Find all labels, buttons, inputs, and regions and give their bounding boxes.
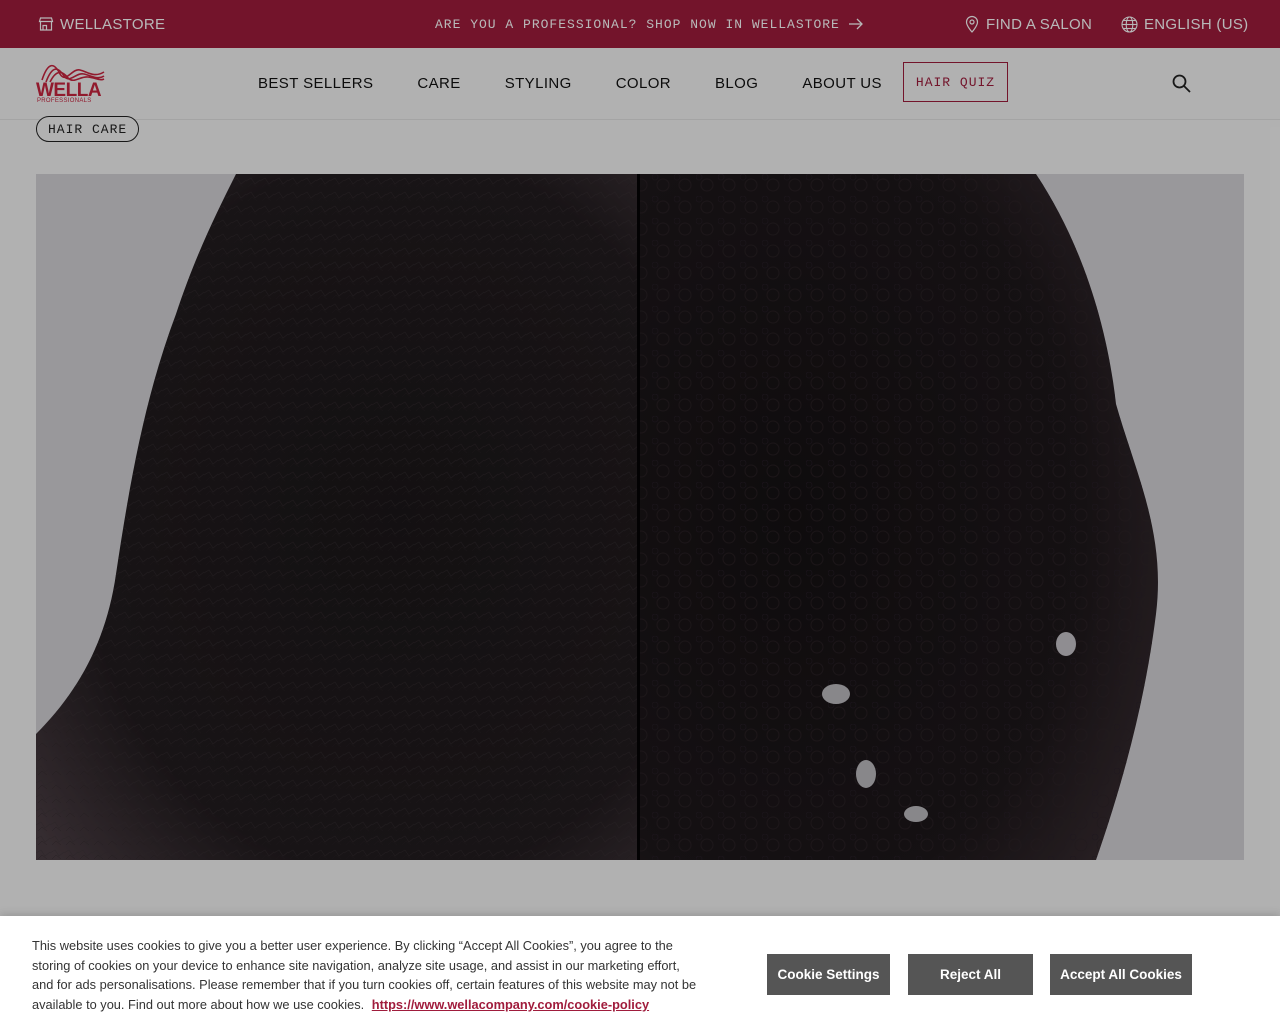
nav-item-color[interactable]: COLOR [616, 75, 671, 92]
wella-logo[interactable]: WELLA PROFESSIONALS [36, 60, 108, 106]
globe-icon [1121, 15, 1138, 33]
hair-quiz-button[interactable]: HAIR QUIZ [903, 62, 1008, 102]
find-salon-link[interactable]: FIND A SALON [964, 0, 1092, 48]
wellastore-label: WELLASTORE [60, 15, 166, 33]
nav-item-about-us[interactable]: ABOUT US [802, 75, 882, 92]
hero-image [36, 174, 1244, 860]
cookie-policy-link[interactable]: https://www.wellacompany.com/cookie-poli… [372, 997, 649, 1012]
top-promo-bar: WELLASTORE ARE YOU A PROFESSIONAL? SHOP … [0, 0, 1280, 48]
search-icon [1171, 74, 1193, 99]
pro-shop-promo-link[interactable]: ARE YOU A PROFESSIONAL? SHOP NOW IN WELL… [435, 0, 864, 48]
nav-item-styling[interactable]: STYLING [505, 75, 572, 92]
main-nav: BEST SELLERS CARE STYLING COLOR BLOG ABO… [258, 48, 926, 118]
cookie-banner: This website uses cookies to give you a … [0, 916, 1280, 1024]
cookie-text: This website uses cookies to give you a … [32, 936, 697, 1014]
reject-all-button[interactable]: Reject All [908, 954, 1033, 995]
arrow-right-icon [848, 17, 864, 31]
store-icon [38, 16, 54, 32]
site-header: WELLA PROFESSIONALS BEST SELLERS CARE ST… [0, 48, 1280, 120]
category-tag[interactable]: HAIR CARE [36, 116, 140, 142]
promo-text: ARE YOU A PROFESSIONAL? SHOP NOW IN WELL… [435, 16, 840, 32]
cookie-settings-button[interactable]: Cookie Settings [767, 954, 890, 995]
nav-item-best-sellers[interactable]: BEST SELLERS [258, 75, 373, 92]
language-selector[interactable]: ENGLISH (US) [1121, 0, 1248, 48]
nav-item-care[interactable]: CARE [417, 75, 460, 92]
location-pin-icon [964, 15, 980, 33]
language-label: ENGLISH (US) [1144, 15, 1249, 33]
logo-subtitle: PROFESSIONALS [37, 98, 92, 104]
nav-item-blog[interactable]: BLOG [715, 75, 758, 92]
search-button[interactable] [1171, 73, 1193, 95]
before-after-hair-image [36, 174, 1244, 860]
wellastore-link[interactable]: WELLASTORE [38, 0, 165, 48]
accept-all-cookies-button[interactable]: Accept All Cookies [1050, 954, 1192, 995]
find-salon-label: FIND A SALON [986, 15, 1093, 33]
